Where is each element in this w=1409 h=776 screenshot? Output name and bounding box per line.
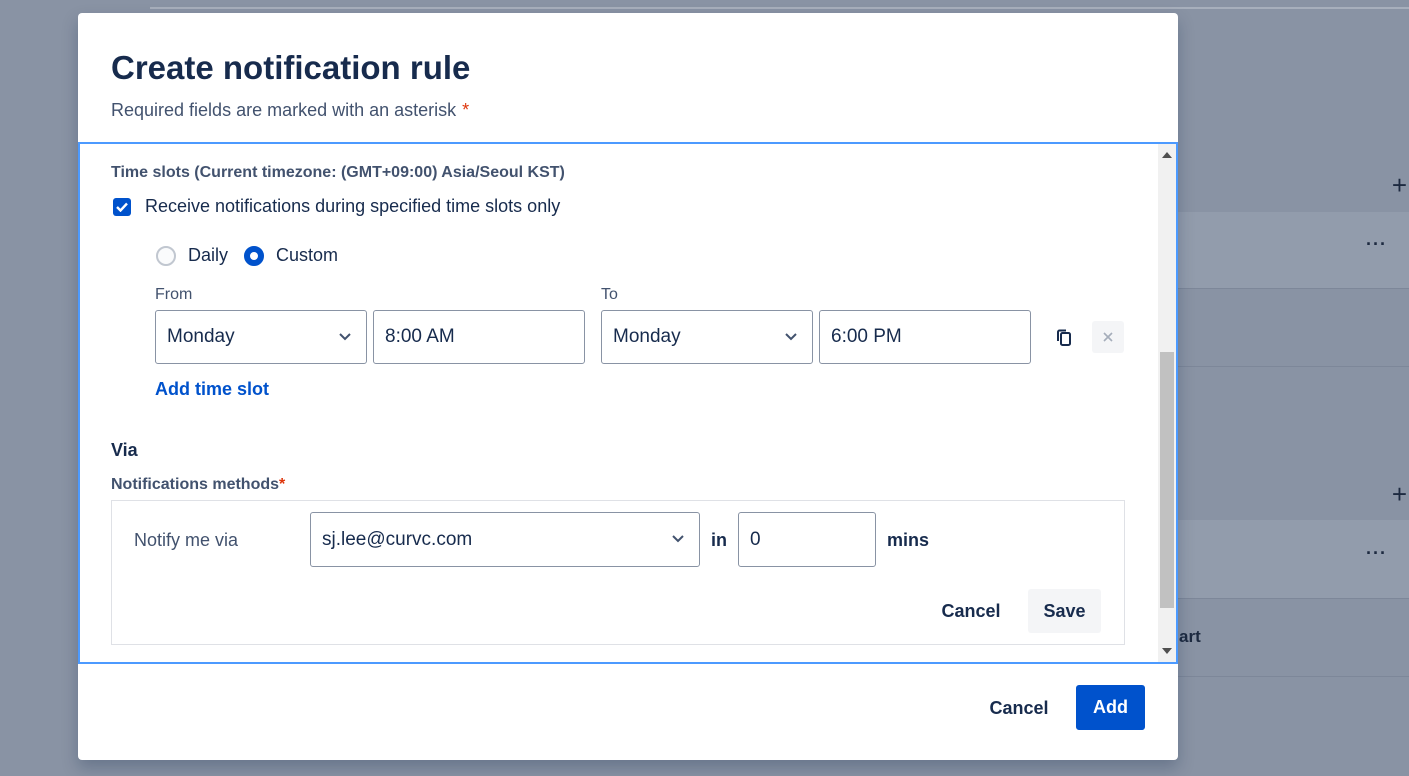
required-asterisk: * [279, 476, 286, 493]
close-icon [1103, 332, 1113, 342]
to-day-value: Monday [613, 326, 681, 347]
from-day-select[interactable]: Monday [155, 310, 367, 364]
background-divider [1178, 288, 1409, 289]
time-slots-checkbox[interactable] [113, 197, 131, 216]
scrollbar-thumb[interactable] [1160, 352, 1174, 608]
background-divider [1178, 598, 1409, 599]
add-button[interactable]: Add [1076, 685, 1145, 730]
delay-minutes-value: 0 [750, 528, 761, 550]
notification-method-editor: Notify me via sj.lee@curvc.com in 0 mins… [111, 500, 1125, 645]
dialog-subtitle: Required fields are marked with an aster… [111, 100, 469, 121]
notify-channel-value: sj.lee@curvc.com [322, 528, 473, 550]
more-icon[interactable]: ··· [1366, 235, 1387, 253]
notification-methods-text: Notifications methods [111, 476, 280, 493]
check-icon [116, 202, 128, 212]
from-time-input[interactable]: 8:00 AM [373, 310, 585, 364]
chevron-down-icon [672, 535, 684, 543]
notify-channel-select[interactable]: sj.lee@curvc.com [310, 512, 700, 567]
radio-daily-label[interactable]: Daily [188, 245, 228, 266]
delay-minutes-input[interactable]: 0 [738, 512, 876, 567]
copy-slot-button[interactable] [1048, 322, 1080, 354]
chevron-down-icon [339, 333, 351, 341]
dialog-title: Create notification rule [111, 49, 471, 86]
required-asterisk: * [462, 100, 470, 120]
from-time-value: 8:00 AM [385, 326, 455, 347]
radio-daily[interactable] [156, 245, 176, 266]
add-time-slot-link[interactable]: Add time slot [155, 379, 269, 400]
dialog-body[interactable]: Time slots (Current timezone: (GMT+09:00… [78, 142, 1178, 664]
background-text: art [1179, 627, 1201, 646]
remove-slot-button[interactable] [1092, 321, 1124, 353]
to-time-value: 6:00 PM [831, 326, 902, 347]
background-divider [1178, 366, 1409, 367]
dialog-header: Create notification rule Required fields… [78, 13, 1178, 143]
radio-custom[interactable] [244, 245, 265, 266]
cancel-button[interactable]: Cancel [976, 686, 1062, 730]
more-icon[interactable]: ··· [1366, 544, 1387, 562]
scrollbar[interactable] [1158, 144, 1176, 662]
copy-icon [1057, 329, 1071, 346]
method-save-button[interactable]: Save [1028, 589, 1101, 633]
radio-custom-label[interactable]: Custom [276, 245, 338, 266]
mins-label: mins [887, 530, 930, 550]
via-heading: Via [111, 440, 138, 460]
background-divider [1178, 676, 1409, 677]
to-label: To [601, 286, 618, 303]
required-hint: Required fields are marked with an aster… [111, 100, 457, 120]
scroll-down-arrow-icon[interactable] [1162, 648, 1172, 654]
plus-icon[interactable]: + [1392, 481, 1407, 507]
notify-me-via-label: Notify me via [134, 530, 239, 550]
to-time-input[interactable]: 6:00 PM [819, 310, 1031, 364]
plus-icon[interactable]: + [1392, 172, 1407, 198]
notification-methods-label: Notifications methods* [111, 476, 285, 494]
method-cancel-button[interactable]: Cancel [930, 589, 1012, 633]
dialog-footer: Cancel Add [78, 664, 1178, 760]
background-divider [150, 7, 1409, 9]
schedule-type-radio-group: Daily Custom [156, 245, 354, 266]
in-label: in [711, 530, 727, 550]
scroll-up-arrow-icon[interactable] [1162, 152, 1172, 158]
chevron-down-icon [785, 333, 797, 341]
time-slots-checkbox-row[interactable]: Receive notifications during specified t… [113, 196, 560, 217]
notification-rule-dialog: Create notification rule Required fields… [78, 13, 1178, 760]
to-day-select[interactable]: Monday [601, 310, 813, 364]
time-slots-checkbox-label: Receive notifications during specified t… [145, 196, 561, 216]
from-label: From [155, 286, 193, 303]
time-slots-label: Time slots (Current timezone: (GMT+09:00… [111, 164, 565, 181]
from-day-value: Monday [167, 326, 235, 347]
